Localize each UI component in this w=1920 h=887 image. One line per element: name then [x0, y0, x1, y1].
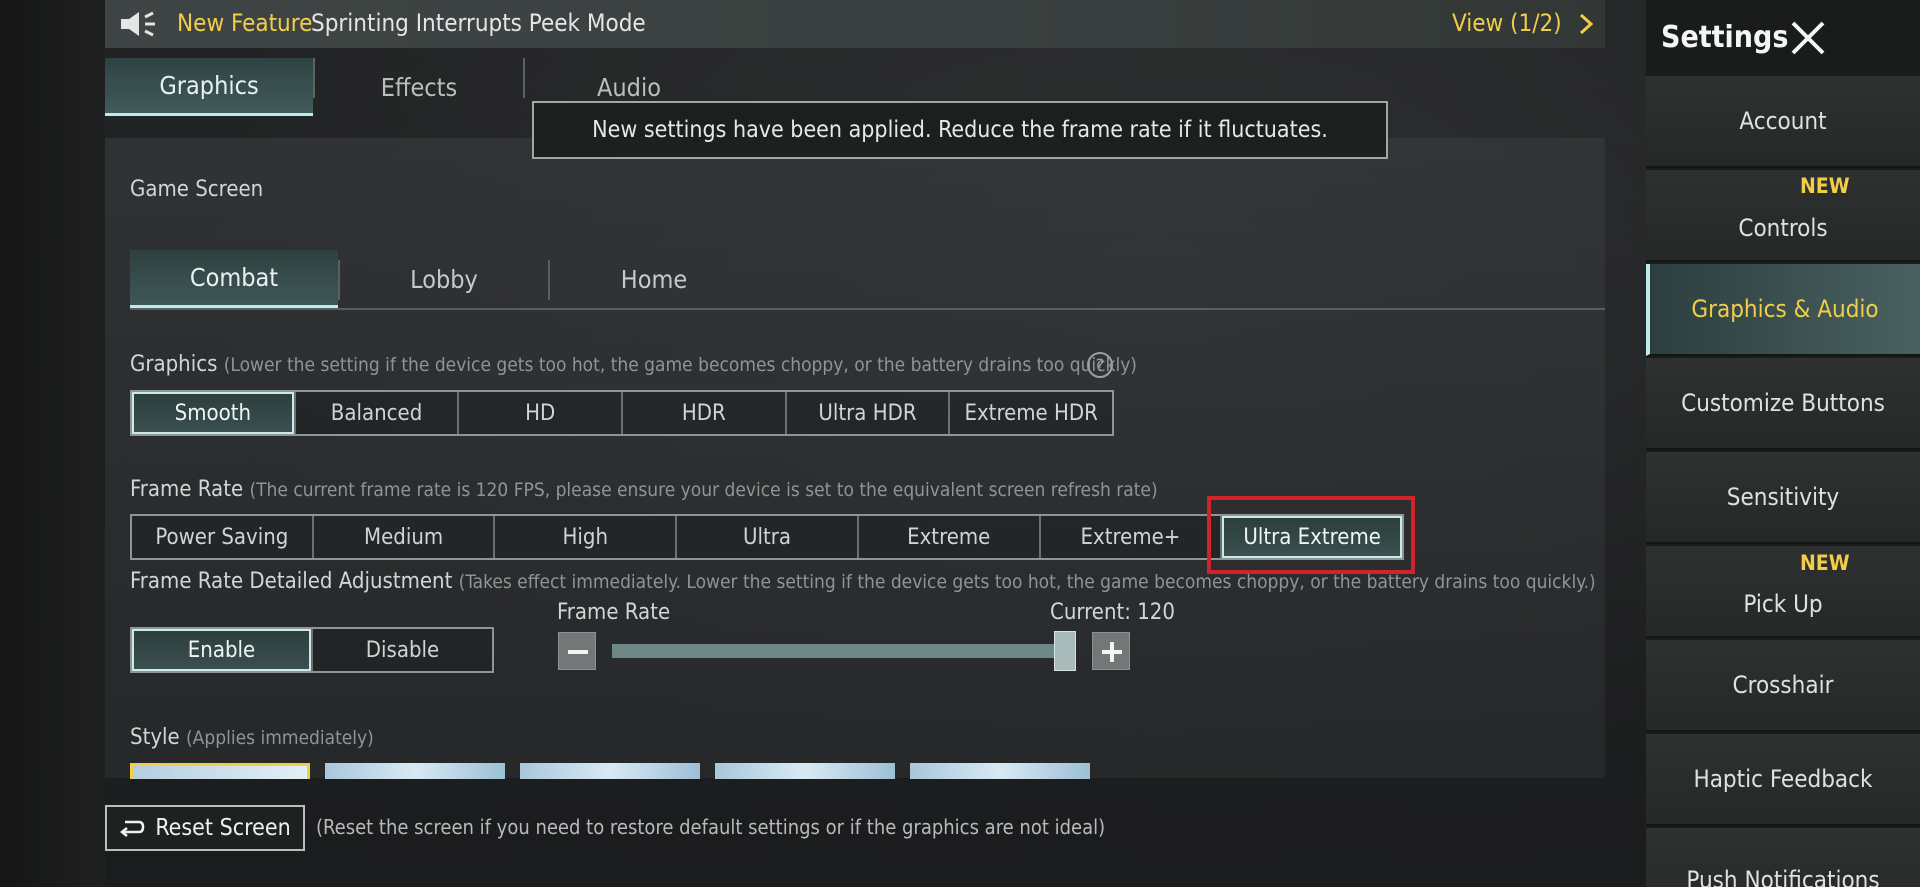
frame-rate-heading: Frame Rate (The current frame rate is 12…: [130, 477, 1158, 502]
reset-screen-button[interactable]: Reset Screen: [105, 805, 305, 851]
detailed-adjustment-heading: Frame Rate Detailed Adjustment (Takes ef…: [130, 569, 1596, 594]
sidebar-item-sensitivity[interactable]: Sensitivity: [1646, 452, 1920, 544]
graphics-quality-heading: Graphics (Lower the setting if the devic…: [130, 352, 1137, 377]
sidebar-item-customize-buttons[interactable]: Customize Buttons: [1646, 358, 1920, 450]
style-thumbnail[interactable]: [130, 763, 310, 779]
frame-rate-slider-handle[interactable]: [1054, 631, 1076, 671]
sidebar-item-account[interactable]: Account: [1646, 76, 1920, 168]
new-badge: NEW: [1800, 174, 1850, 198]
sidebar-item-pick-up[interactable]: Pick Up: [1646, 546, 1920, 638]
announcement-bar[interactable]: New Feature Sprinting Interrupts Peek Mo…: [105, 0, 1605, 48]
sidebar-item-crosshair[interactable]: Crosshair: [1646, 640, 1920, 732]
chevron-right-icon[interactable]: [1577, 12, 1595, 36]
return-icon: [120, 820, 145, 837]
option-medium[interactable]: Medium: [313, 516, 496, 558]
increase-button[interactable]: [1092, 632, 1130, 670]
style-thumbnail[interactable]: [520, 763, 700, 779]
sidebar-item-graphics-audio[interactable]: Graphics & Audio: [1646, 264, 1920, 356]
frame-rate-hint: (The current frame rate is 120 FPS, plea…: [249, 479, 1158, 501]
option-ultra-hdr[interactable]: Ultra HDR: [786, 392, 951, 434]
new-badge: NEW: [1800, 551, 1850, 575]
option-ultra[interactable]: Ultra: [677, 516, 859, 558]
option-hd[interactable]: HD: [459, 392, 624, 434]
style-thumbnail[interactable]: [715, 763, 895, 779]
settings-sidebar: Settings Account Controls NEW Graphics &…: [1646, 0, 1920, 887]
style-thumbnail[interactable]: [325, 763, 505, 779]
detailed-adjustment-toggle: Enable Disable: [130, 627, 494, 673]
close-icon[interactable]: [1788, 18, 1828, 58]
tab-effects[interactable]: Effects: [315, 58, 523, 116]
tab-graphics[interactable]: Graphics: [105, 58, 313, 116]
option-extreme[interactable]: Extreme: [858, 516, 1041, 558]
settings-screen: New Feature Sprinting Interrupts Peek Mo…: [0, 0, 1920, 887]
style-thumbnail[interactable]: [910, 763, 1090, 779]
style-hint: (Applies immediately): [186, 727, 374, 749]
option-disable[interactable]: Disable: [313, 629, 492, 671]
option-smooth[interactable]: Smooth: [132, 392, 296, 434]
content-panel: [105, 138, 1605, 778]
tab-combat[interactable]: Combat: [130, 250, 338, 308]
announcement-message: Sprinting Interrupts Peek Mode: [311, 9, 646, 37]
option-hdr[interactable]: HDR: [623, 392, 787, 434]
option-extreme-plus[interactable]: Extreme+: [1040, 516, 1223, 558]
tab-home[interactable]: Home: [550, 250, 758, 308]
decrease-button[interactable]: [558, 632, 596, 670]
graphics-quality-label: Graphics: [130, 352, 218, 377]
sidebar-item-push-notifications[interactable]: Push Notifications: [1646, 828, 1920, 887]
minus-icon: [568, 650, 588, 654]
speaker-icon: [121, 11, 155, 37]
frame-rate-slider-track[interactable]: [612, 644, 1067, 658]
graphics-quality-selector: Smooth Balanced HD HDR Ultra HDR Extreme…: [130, 390, 1114, 436]
option-balanced[interactable]: Balanced: [295, 392, 460, 434]
sidebar-header: Settings: [1646, 0, 1920, 70]
sidebar-item-controls[interactable]: Controls: [1646, 170, 1920, 262]
announcement-tag: New Feature: [177, 9, 313, 37]
reset-screen-note: (Reset the screen if you need to restore…: [316, 815, 1106, 839]
settings-applied-toast: New settings have been applied. Reduce t…: [532, 101, 1388, 159]
option-power-saving[interactable]: Power Saving: [132, 516, 314, 558]
game-screen-title: Game Screen: [130, 177, 264, 202]
option-high[interactable]: High: [495, 516, 678, 558]
sub-tab-underline: [130, 308, 1605, 310]
tab-lobby[interactable]: Lobby: [340, 250, 548, 308]
graphics-quality-hint: (Lower the setting if the device gets to…: [223, 354, 1137, 376]
reset-screen-label: Reset Screen: [155, 815, 291, 841]
sidebar-item-haptic-feedback[interactable]: Haptic Feedback: [1646, 734, 1920, 826]
slider-label: Frame Rate: [557, 600, 671, 625]
highlight-annotation-box: [1207, 496, 1415, 574]
option-enable[interactable]: Enable: [132, 629, 313, 671]
left-backdrop: [0, 0, 105, 887]
help-icon[interactable]: ?: [1086, 351, 1114, 379]
detailed-adjustment-label: Frame Rate Detailed Adjustment: [130, 569, 453, 594]
slider-current-value: Current: 120: [1050, 600, 1175, 625]
style-label: Style: [130, 725, 180, 750]
detailed-adjustment-hint: (Takes effect immediately. Lower the set…: [458, 571, 1596, 593]
option-extreme-hdr[interactable]: Extreme HDR: [950, 392, 1113, 434]
frame-rate-label: Frame Rate: [130, 477, 244, 502]
style-heading: Style (Applies immediately): [130, 725, 374, 750]
announcement-view-link[interactable]: View (1/2): [1452, 9, 1562, 37]
settings-title: Settings: [1661, 20, 1789, 55]
svg-text:?: ?: [1095, 356, 1104, 376]
